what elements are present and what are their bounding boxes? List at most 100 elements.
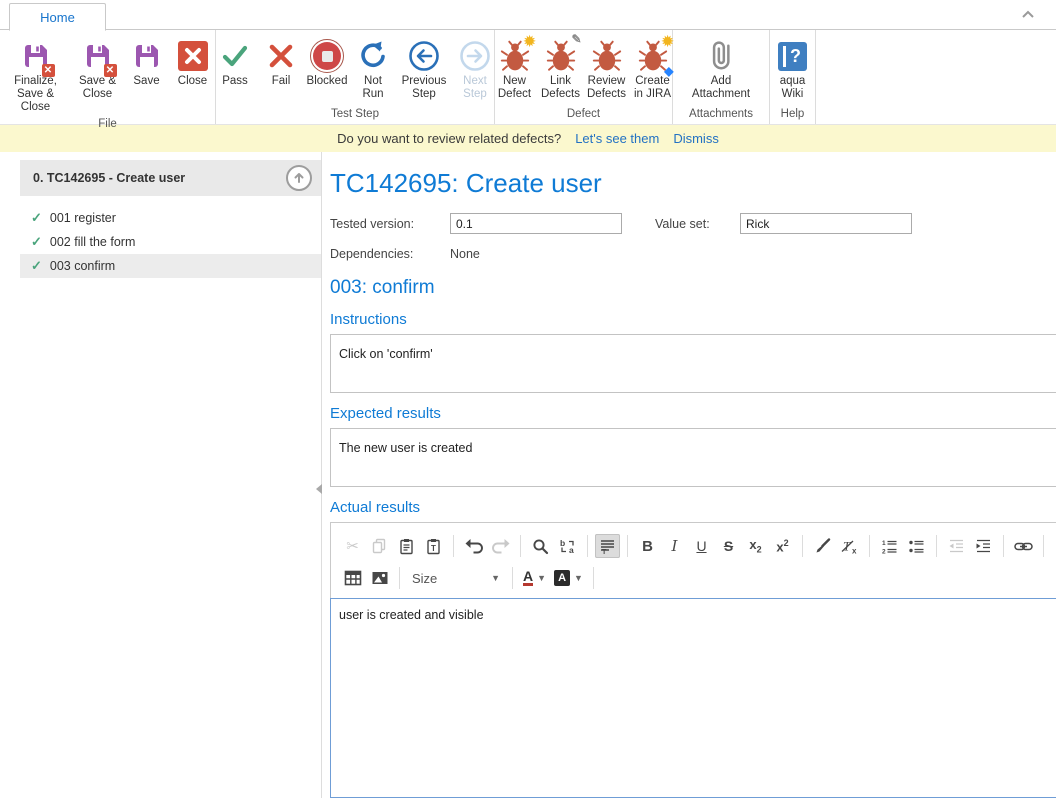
ribbon-button-label: Link Defects [541, 75, 581, 101]
actual-results-heading: Actual results [330, 499, 1056, 516]
ribbon-group-help: ? aqua Wiki Help [770, 30, 816, 124]
bulleted-list-button[interactable] [904, 534, 929, 558]
step-list-item-selected[interactable]: ✓ 003 confirm [20, 254, 321, 278]
undo-button[interactable] [461, 534, 486, 558]
richtext-toolbar: ✂ T [330, 522, 1056, 598]
italic-button[interactable]: I [662, 534, 687, 558]
save-button[interactable]: Save [124, 35, 170, 90]
new-defect-button[interactable]: ✹ New Defect [492, 35, 538, 103]
bold-button[interactable]: B [635, 534, 660, 558]
not-run-icon [357, 37, 389, 75]
ribbon-group-test-step: Pass Fail Blocked [216, 30, 495, 124]
previous-step-icon [408, 37, 440, 75]
toolbar-separator [593, 567, 594, 589]
actual-results-editor[interactable]: user is created and visible [330, 598, 1056, 798]
ribbon-button-label: Fail [272, 75, 291, 88]
add-attachment-button[interactable]: Add Attachment [681, 35, 761, 103]
ribbon-collapse-button[interactable] [1018, 6, 1038, 24]
notification-action-link[interactable]: Let's see them [575, 131, 659, 146]
toolbar-separator [936, 535, 937, 557]
text-color-dropdown[interactable]: A ▼ [519, 570, 550, 586]
remove-format-button[interactable]: Tx [837, 534, 862, 558]
tab-home[interactable]: Home [9, 3, 106, 31]
paste-text-icon: T [425, 538, 442, 555]
sidebar-header-label: 0. TC142695 - Create user [33, 171, 185, 185]
close-button[interactable]: Close [170, 35, 216, 90]
tested-version-input[interactable] [450, 213, 622, 234]
expected-results-heading: Expected results [330, 405, 1056, 422]
cut-button[interactable]: ✂ [340, 534, 365, 558]
actual-results-text: user is created and visible [339, 608, 484, 622]
indent-icon [975, 538, 992, 555]
value-set-input[interactable] [740, 213, 912, 234]
splitter-collapse-handle[interactable] [316, 484, 322, 494]
underline-button[interactable]: U [689, 534, 714, 558]
find-button[interactable] [528, 534, 553, 558]
notification-dismiss-link[interactable]: Dismiss [673, 131, 719, 146]
expected-results-text: The new user is created [339, 441, 472, 455]
step-label: 001 register [50, 211, 116, 225]
value-set-label: Value set: [655, 217, 740, 231]
insert-image-button[interactable] [367, 566, 392, 590]
chevron-down-icon: ▼ [491, 573, 500, 583]
strikethrough-button[interactable]: S [716, 534, 741, 558]
link-defects-button[interactable]: ✎ Link Defects [538, 35, 584, 103]
ribbon-group-label: Attachments [673, 106, 769, 124]
numbered-list-icon: 12 [881, 538, 898, 555]
background-color-dropdown[interactable]: A ▼ [550, 570, 587, 586]
redo-button[interactable] [488, 534, 513, 558]
toolbar-separator [399, 567, 400, 589]
toolbar-separator [802, 535, 803, 557]
numbered-list-button[interactable]: 12 [877, 534, 902, 558]
expected-results-box: The new user is created [330, 428, 1056, 487]
italic-icon: I [672, 537, 678, 555]
subscript-button[interactable]: x2 [743, 534, 768, 558]
ribbon-button-label: Add Attachment [684, 75, 758, 101]
collapse-up-button[interactable] [286, 165, 312, 191]
ribbon-button-label: Finalize, Save & Close [3, 75, 69, 114]
ribbon-button-label: Create in JIRA [633, 75, 673, 101]
blocked-button[interactable]: Blocked [304, 35, 350, 90]
step-list-item[interactable]: ✓ 002 fill the form [20, 230, 321, 254]
instructions-heading: Instructions [330, 311, 1056, 328]
star-badge-icon: ✹ [524, 33, 536, 50]
superscript-button[interactable]: x2 [770, 534, 795, 558]
decrease-indent-button[interactable] [944, 534, 969, 558]
instructions-box: Click on 'confirm' [330, 334, 1056, 393]
aqua-wiki-button[interactable]: ? aqua Wiki [773, 35, 813, 103]
replace-button[interactable]: ba [555, 534, 580, 558]
step-list-item[interactable]: ✓ 001 register [20, 206, 321, 230]
toolbar-separator [453, 535, 454, 557]
dependencies-label: Dependencies: [330, 247, 450, 261]
step-list: ✓ 001 register ✓ 002 fill the form ✓ 003… [20, 206, 321, 278]
not-run-button[interactable]: Not Run [350, 35, 396, 103]
create-in-jira-button[interactable]: ✹ ◆ Create in JIRA [630, 35, 676, 103]
review-defects-button[interactable]: Review Defects [584, 35, 630, 103]
passed-check-icon: ✓ [31, 258, 42, 274]
jira-diamond-icon: ◆ [664, 64, 673, 78]
show-blocks-button[interactable]: T [595, 534, 620, 558]
scissors-icon: ✂ [346, 537, 359, 555]
ribbon-button-label: Not Run [353, 75, 393, 101]
superscript-icon: x2 [776, 538, 788, 554]
pass-button[interactable]: Pass [212, 35, 258, 90]
toolbar-separator [1043, 535, 1044, 557]
font-size-label: Size [412, 571, 437, 586]
insert-table-button[interactable] [340, 566, 365, 590]
paste-plain-text-button[interactable]: T [421, 534, 446, 558]
finalize-save-close-button[interactable]: ✕ Finalize, Save & Close [0, 35, 72, 116]
previous-step-button[interactable]: Previous Step [396, 35, 452, 103]
bug-new-icon: ✹ [500, 37, 530, 75]
toolbar-separator [1003, 535, 1004, 557]
fail-button[interactable]: Fail [258, 35, 304, 90]
show-blocks-icon: T [599, 538, 616, 555]
save-and-close-button[interactable]: ✕ Save & Close [72, 35, 124, 103]
copy-button[interactable] [367, 534, 392, 558]
link-button[interactable] [1011, 534, 1036, 558]
test-steps-sidebar: 0. TC142695 - Create user ✓ 001 register… [0, 152, 322, 798]
sidebar-header[interactable]: 0. TC142695 - Create user [20, 160, 321, 196]
copy-formatting-button[interactable] [810, 534, 835, 558]
paste-button[interactable] [394, 534, 419, 558]
increase-indent-button[interactable] [971, 534, 996, 558]
font-size-dropdown[interactable]: Size ▼ [406, 566, 506, 590]
